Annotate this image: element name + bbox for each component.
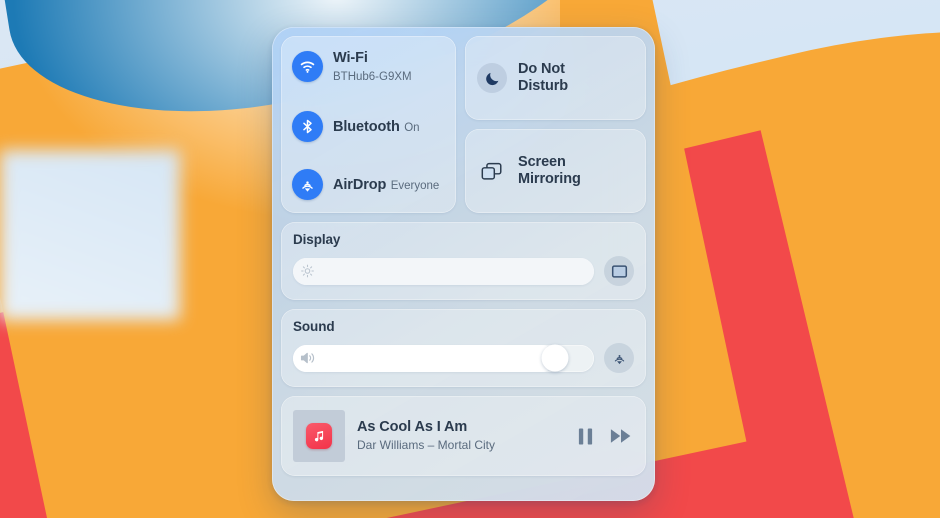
sound-slider-row (293, 343, 634, 373)
do-not-disturb-label: Do Not Disturb (518, 61, 568, 94)
brightness-slider[interactable] (293, 257, 594, 285)
track-info: As Cool As I Am Dar Williams – Mortal Ci… (357, 419, 565, 452)
sound-module: Sound (281, 309, 646, 387)
display-settings-button[interactable] (604, 256, 634, 286)
sound-heading: Sound (293, 319, 335, 334)
airdrop-label: AirDrop (333, 176, 387, 193)
screen-mirroring-label: Screen Mirroring (518, 154, 581, 187)
volume-icon (300, 351, 317, 366)
display-heading: Display (293, 232, 341, 247)
control-center-right-stack: Do Not Disturb Screen Mirroring (465, 36, 646, 213)
connectivity-item-airdrop[interactable]: AirDrop Everyone (292, 169, 445, 200)
dnd-label-line2: Disturb (518, 78, 569, 94)
connectivity-item-bluetooth[interactable]: Bluetooth On (292, 111, 445, 143)
bluetooth-label: Bluetooth (333, 118, 400, 135)
pause-icon[interactable] (577, 427, 594, 446)
moon-icon[interactable] (477, 63, 507, 93)
media-controls (577, 427, 632, 446)
display-module: Display (281, 222, 646, 300)
display-slider-row (293, 256, 634, 286)
desktop-wallpaper: Wi-Fi BTHub6-G9XM Bluetooth On AirDrop E… (0, 0, 940, 518)
bluetooth-status: On (404, 121, 420, 134)
dnd-label-line1: Do Not (518, 61, 565, 78)
volume-slider-knob[interactable] (541, 344, 569, 372)
bluetooth-icon[interactable] (292, 111, 323, 143)
track-title: As Cool As I Am (357, 419, 468, 436)
brightness-slider-fill (293, 257, 594, 285)
wifi-status: BTHub6-G9XM (333, 70, 412, 83)
control-center-panel: Wi-Fi BTHub6-G9XM Bluetooth On AirDrop E… (272, 27, 655, 501)
screen-mirroring-label-line1: Screen (518, 154, 566, 171)
connectivity-item-wifi[interactable]: Wi-Fi BTHub6-G9XM (292, 49, 445, 85)
connectivity-module: Wi-Fi BTHub6-G9XM Bluetooth On AirDrop E… (281, 36, 456, 213)
wifi-label: Wi-Fi (333, 50, 368, 66)
volume-slider[interactable] (293, 344, 594, 372)
now-playing-module[interactable]: As Cool As I Am Dar Williams – Mortal Ci… (281, 396, 646, 476)
apple-music-icon (306, 423, 332, 449)
album-art (293, 410, 345, 462)
airdrop-icon[interactable] (292, 169, 323, 200)
control-center-top-row: Wi-Fi BTHub6-G9XM Bluetooth On AirDrop E… (281, 36, 646, 213)
airplay-audio-button[interactable] (604, 343, 634, 373)
track-artist-album: Dar Williams – Mortal City (357, 438, 496, 453)
fast-forward-icon[interactable] (610, 427, 632, 445)
wifi-icon[interactable] (292, 51, 323, 83)
wallpaper-blue-right (0, 150, 180, 320)
screen-mirroring-label-line2: Mirroring (518, 171, 581, 187)
brightness-icon (300, 264, 315, 279)
do-not-disturb-tile[interactable]: Do Not Disturb (465, 36, 646, 120)
screen-mirroring-tile[interactable]: Screen Mirroring (465, 129, 646, 213)
volume-slider-fill (293, 344, 555, 372)
airdrop-status: Everyone (390, 179, 440, 192)
screen-mirroring-icon[interactable] (477, 156, 507, 186)
